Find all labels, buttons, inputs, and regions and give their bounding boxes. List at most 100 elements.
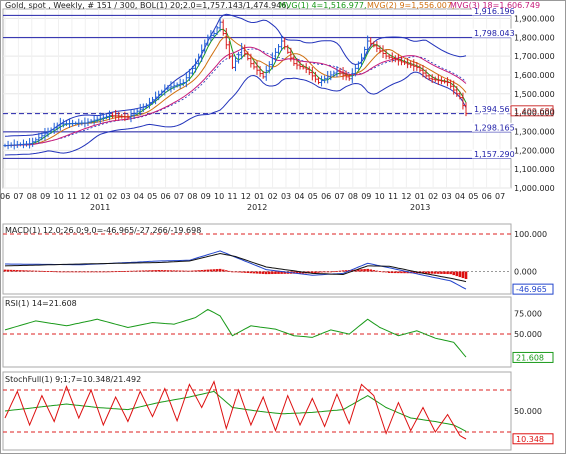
- macd-histogram-bar: [384, 271, 388, 273]
- macd-histogram-bar: [387, 271, 391, 273]
- price-xtick-label: 02: [268, 192, 278, 201]
- price-xtick-label: 11: [67, 192, 77, 201]
- price-xtick-label: 05: [308, 192, 318, 201]
- macd-histogram-bar: [261, 271, 265, 274]
- macd-histogram-bar: [246, 271, 250, 273]
- macd-histogram-bar: [37, 270, 41, 272]
- macd-histogram-bar: [452, 271, 456, 276]
- macd-histogram-bar: [181, 270, 185, 272]
- macd-histogram-bar: [449, 271, 452, 275]
- price-level-label: 1,298.165: [474, 123, 515, 132]
- macd-histogram-bar: [440, 271, 443, 274]
- macd-histogram-bar: [178, 270, 182, 272]
- macd-histogram-bar: [68, 271, 71, 273]
- price-xtick-label: 06: [161, 192, 171, 201]
- price-xtick-label: 07: [13, 192, 23, 201]
- macd-histogram-bar: [108, 271, 111, 273]
- macd-histogram-bar: [123, 270, 127, 272]
- macd-histogram-bar: [46, 271, 50, 272]
- macd-histogram-bar: [458, 271, 462, 278]
- price-xtick-label: 06: [321, 192, 331, 201]
- price-xtick-label: 07: [174, 192, 184, 201]
- price-ytick-label: 1,900.000: [514, 14, 555, 23]
- macd-histogram-bar: [117, 271, 121, 272]
- price-ytick-label: 1,000.000: [514, 184, 555, 193]
- price-xtick-label: 09: [361, 192, 371, 201]
- macd-histogram-bar: [369, 269, 373, 272]
- macd-histogram-bar: [271, 271, 274, 275]
- macd-histogram-bar: [375, 270, 379, 272]
- price-ytick-label: 1,400.000: [514, 109, 555, 118]
- price-xtick-label: 12: [80, 192, 90, 201]
- price-xtick-label: 12: [241, 192, 251, 201]
- price-header-mvg1: MVG(1) 4=1,516.977,: [279, 1, 367, 10]
- macd-histogram-bar: [317, 271, 320, 273]
- macd-histogram-bar: [132, 270, 136, 272]
- chart-svg: 1,916.1961,798.0431,394.5671,298.1651,15…: [0, 0, 566, 454]
- macd-histogram-bar: [135, 270, 139, 272]
- macd-histogram-bar: [22, 270, 25, 272]
- price-xtick-label: 04: [455, 192, 465, 201]
- stoch-ytick-label: 50.000: [514, 407, 542, 416]
- price-year-label: 2013: [410, 203, 430, 212]
- price-header-mvg3: MVG(3) 18=1,606.749: [450, 1, 540, 10]
- macd-histogram-bar: [224, 270, 228, 272]
- macd-histogram-bar: [163, 270, 167, 272]
- macd-histogram-bar: [390, 271, 394, 274]
- macd-histogram-bar: [49, 271, 53, 272]
- macd-histogram-bar: [102, 271, 105, 273]
- macd-histogram-bar: [221, 269, 225, 272]
- macd-histogram-bar: [274, 271, 277, 274]
- macd-current-label: -46.965: [516, 285, 547, 294]
- macd-histogram-bar: [169, 270, 173, 272]
- macd-histogram-bar: [34, 270, 38, 272]
- macd-histogram-bar: [323, 271, 326, 273]
- price-year-label: 2011: [90, 203, 110, 212]
- macd-histogram-bar: [394, 271, 397, 274]
- macd-histogram-bar: [231, 271, 234, 273]
- macd-histogram-bar: [65, 271, 68, 273]
- price-xtick-label: 10: [375, 192, 385, 201]
- macd-histogram-bar: [129, 270, 133, 272]
- price-level-label: 1,394.567: [474, 105, 515, 114]
- macd-histogram-bar: [326, 271, 329, 273]
- price-xtick-label: 12: [401, 192, 411, 201]
- macd-histogram-bar: [277, 271, 280, 274]
- price-xtick-label: 08: [348, 192, 358, 201]
- stoch-label: StochFull(1) 9;1;7=10.348/21.492: [5, 375, 141, 384]
- macd-histogram-bar: [9, 269, 13, 272]
- price-header-symbol: Gold, spot , Weekly, # 151 / 300, BOL(1)…: [5, 1, 289, 10]
- price-xtick-label: 03: [281, 192, 291, 201]
- price-xtick-label: 11: [227, 192, 237, 201]
- macd-histogram-bar: [240, 271, 243, 273]
- macd-histogram-bar: [320, 271, 323, 273]
- macd-histogram-bar: [400, 271, 403, 274]
- macd-histogram-bar: [62, 271, 65, 273]
- price-xtick-label: 01: [94, 192, 104, 201]
- macd-histogram-bar: [185, 270, 188, 272]
- price-xtick-label: 02: [428, 192, 438, 201]
- macd-histogram-bar: [105, 271, 108, 273]
- rsi-label: RSI(1) 14=21.608: [5, 299, 77, 308]
- macd-histogram-bar: [120, 271, 124, 272]
- macd-histogram-bar: [258, 271, 262, 274]
- macd-histogram-bar: [194, 270, 197, 272]
- macd-histogram-bar: [80, 271, 84, 273]
- price-xtick-label: 02: [107, 192, 117, 201]
- price-panel: [2, 8, 512, 189]
- macd-histogram-bar: [264, 271, 268, 275]
- macd-histogram-bar: [381, 271, 385, 273]
- macd-histogram-bar: [329, 271, 333, 273]
- macd-histogram-bar: [430, 271, 434, 274]
- macd-histogram-bar: [3, 269, 7, 272]
- macd-histogram-bar: [215, 269, 219, 272]
- macd-histogram-bar: [218, 268, 222, 272]
- price-xtick-label: 07: [334, 192, 344, 201]
- price-ytick-label: 1,600.000: [514, 71, 555, 80]
- macd-histogram-bar: [19, 270, 22, 272]
- price-ytick-label: 1,200.000: [514, 146, 555, 155]
- macd-ytick-label: 100.000: [514, 230, 547, 239]
- macd-histogram-bar: [212, 269, 216, 272]
- rsi-panel: [2, 296, 512, 368]
- macd-histogram-bar: [200, 270, 203, 272]
